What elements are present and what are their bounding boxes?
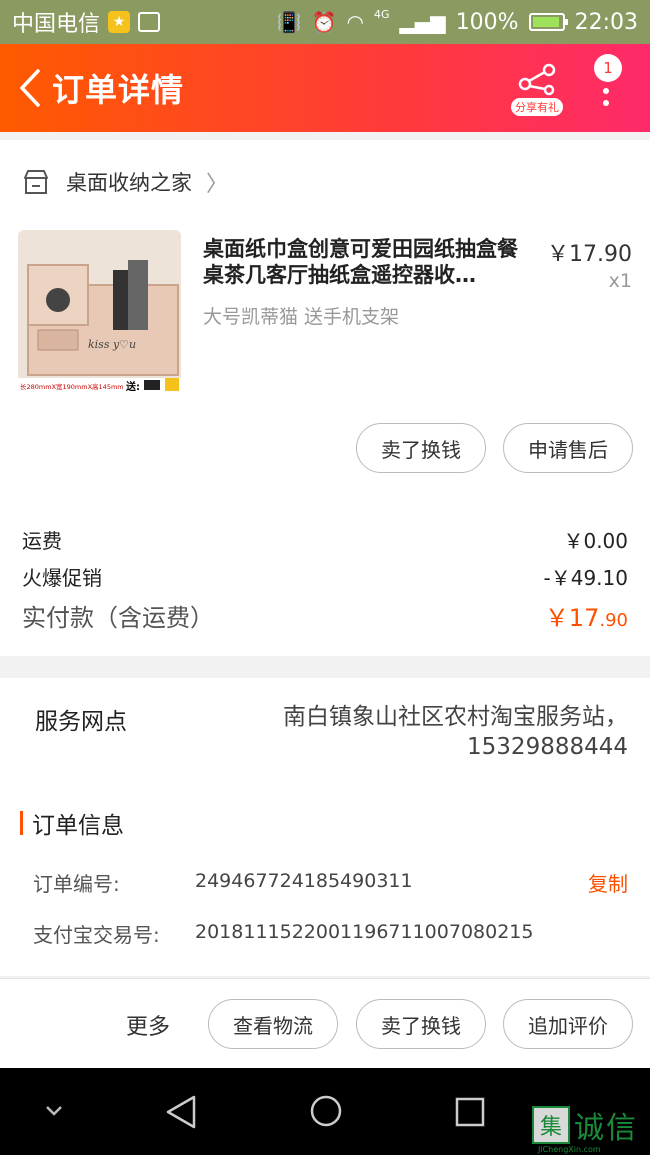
wifi-icon: ◠ bbox=[346, 10, 364, 34]
share-icon bbox=[518, 63, 556, 96]
section-accent-bar bbox=[20, 811, 23, 835]
more-actions-label[interactable]: 更多 bbox=[126, 1009, 170, 1041]
nav-recents-icon[interactable] bbox=[454, 1096, 486, 1128]
total-value: ￥17.90 bbox=[545, 598, 628, 633]
total-row: 实付款（含运费） ￥17.90 bbox=[22, 598, 628, 633]
carrier-star-icon: ★ bbox=[108, 11, 131, 33]
battery-percent: 100% bbox=[455, 9, 519, 35]
service-point-phone[interactable]: 15329888444 bbox=[228, 732, 628, 762]
shipping-row: 运费 ￥0.00 bbox=[22, 525, 628, 554]
notification-badge: 1 bbox=[594, 54, 622, 82]
product-sku: 大号凯蒂猫 送手机支架 bbox=[203, 306, 400, 328]
add-review-button[interactable]: 追加评价 bbox=[503, 999, 633, 1049]
product-image-gift: 送: bbox=[125, 380, 140, 393]
service-point-label: 服务网点 bbox=[35, 709, 127, 735]
product-image[interactable]: kiss y♡u 长280mmX宽190mmX高145mm 送: bbox=[18, 230, 181, 393]
gallery-icon bbox=[138, 12, 161, 32]
share-label: 分享有礼 bbox=[511, 98, 563, 116]
shipping-label: 运费 bbox=[22, 529, 62, 553]
vibrate-icon: 📳 bbox=[276, 10, 302, 34]
back-arrow-icon bbox=[20, 69, 40, 107]
view-logistics-button[interactable]: 查看物流 bbox=[208, 999, 338, 1049]
page-title: 订单详情 bbox=[52, 71, 185, 109]
request-after-sale-button[interactable]: 申请售后 bbox=[503, 423, 633, 473]
watermark-mark: 集 bbox=[532, 1106, 570, 1144]
order-card: 桌面收纳之家 〉 kiss y♡u 长280mmX宽190mmX高145mm 送… bbox=[0, 140, 650, 656]
sell-for-cash-button-bottom[interactable]: 卖了换钱 bbox=[356, 999, 486, 1049]
order-info-title: 订单信息 bbox=[32, 813, 124, 839]
service-point-value: 南白镇象山社区农村淘宝服务站， 15329888444 bbox=[228, 702, 628, 762]
battery-icon bbox=[528, 13, 568, 31]
network-type: 4G bbox=[374, 7, 390, 21]
more-menu-button[interactable]: 1 bbox=[594, 50, 638, 130]
product-photo: kiss y♡u 长280mmX宽190mmX高145mm 送: bbox=[18, 230, 181, 393]
carrier-name: 中国电信 bbox=[12, 12, 101, 37]
order-info-heading: 订单信息 bbox=[20, 806, 124, 840]
product-image-text: kiss y♡u bbox=[88, 338, 136, 351]
chevron-right-icon: 〉 bbox=[206, 172, 229, 197]
more-dot-icon bbox=[603, 100, 609, 106]
promo-value: -￥49.10 bbox=[543, 566, 628, 590]
shipping-value: ￥0.00 bbox=[563, 529, 628, 553]
product-title[interactable]: 桌面纸巾盒创意可爱田园纸抽盒餐桌茶几客厅抽纸盒遥控器收… bbox=[203, 236, 533, 288]
watermark-text: 诚信 bbox=[574, 1111, 638, 1146]
alipay-number-value: 2018111522001196711007080215 bbox=[195, 921, 534, 943]
store-name: 桌面收纳之家 bbox=[66, 171, 192, 195]
nav-home-icon[interactable] bbox=[309, 1094, 343, 1128]
total-label: 实付款（含运费） bbox=[22, 604, 214, 632]
nav-back-icon[interactable] bbox=[164, 1094, 198, 1130]
product-image-caption: 长280mmX宽190mmX高145mm bbox=[20, 382, 124, 391]
app-header: 订单详情 分享有礼 1 bbox=[0, 44, 650, 132]
order-number-value: 249467724185490311 bbox=[195, 870, 413, 892]
sell-for-cash-button[interactable]: 卖了换钱 bbox=[356, 423, 486, 473]
signal-icon: ▂▄▆ bbox=[399, 10, 446, 34]
store-link[interactable]: 桌面收纳之家 〉 bbox=[22, 162, 228, 202]
bottom-action-bar: 更多 查看物流 卖了换钱 追加评价 bbox=[0, 978, 650, 1068]
total-value-decimal: .90 bbox=[599, 610, 628, 631]
share-button[interactable]: 分享有礼 bbox=[508, 62, 566, 120]
promo-row: 火爆促销 -￥49.10 bbox=[22, 562, 628, 591]
service-info-card: 服务网点 南白镇象山社区农村淘宝服务站， 15329888444 订单信息 订单… bbox=[0, 678, 650, 976]
order-number-label: 订单编号: bbox=[33, 872, 120, 896]
status-bar: 中国电信 ★ 📳 ⏰ ◠ 4G ▂▄▆ 100% 22:03 bbox=[0, 0, 650, 44]
copy-order-number-button[interactable]: 复制 bbox=[588, 868, 628, 897]
nav-collapse-icon[interactable] bbox=[44, 1104, 64, 1118]
total-value-integer: ￥17 bbox=[544, 604, 600, 632]
store-icon bbox=[24, 170, 48, 194]
back-button[interactable] bbox=[10, 58, 50, 118]
product-quantity: x1 bbox=[608, 270, 632, 292]
alarm-icon: ⏰ bbox=[311, 10, 337, 34]
alipay-number-label: 支付宝交易号: bbox=[33, 923, 160, 947]
watermark-logo: 集 诚信 bbox=[532, 1100, 650, 1150]
product-price: ￥17.90 bbox=[547, 242, 632, 267]
more-dot-icon bbox=[603, 88, 609, 94]
promo-label: 火爆促销 bbox=[22, 566, 102, 590]
watermark-url: JiChengXin.com bbox=[538, 1145, 601, 1154]
clock: 22:03 bbox=[574, 9, 638, 35]
service-point-name: 南白镇象山社区农村淘宝服务站， bbox=[283, 704, 628, 730]
